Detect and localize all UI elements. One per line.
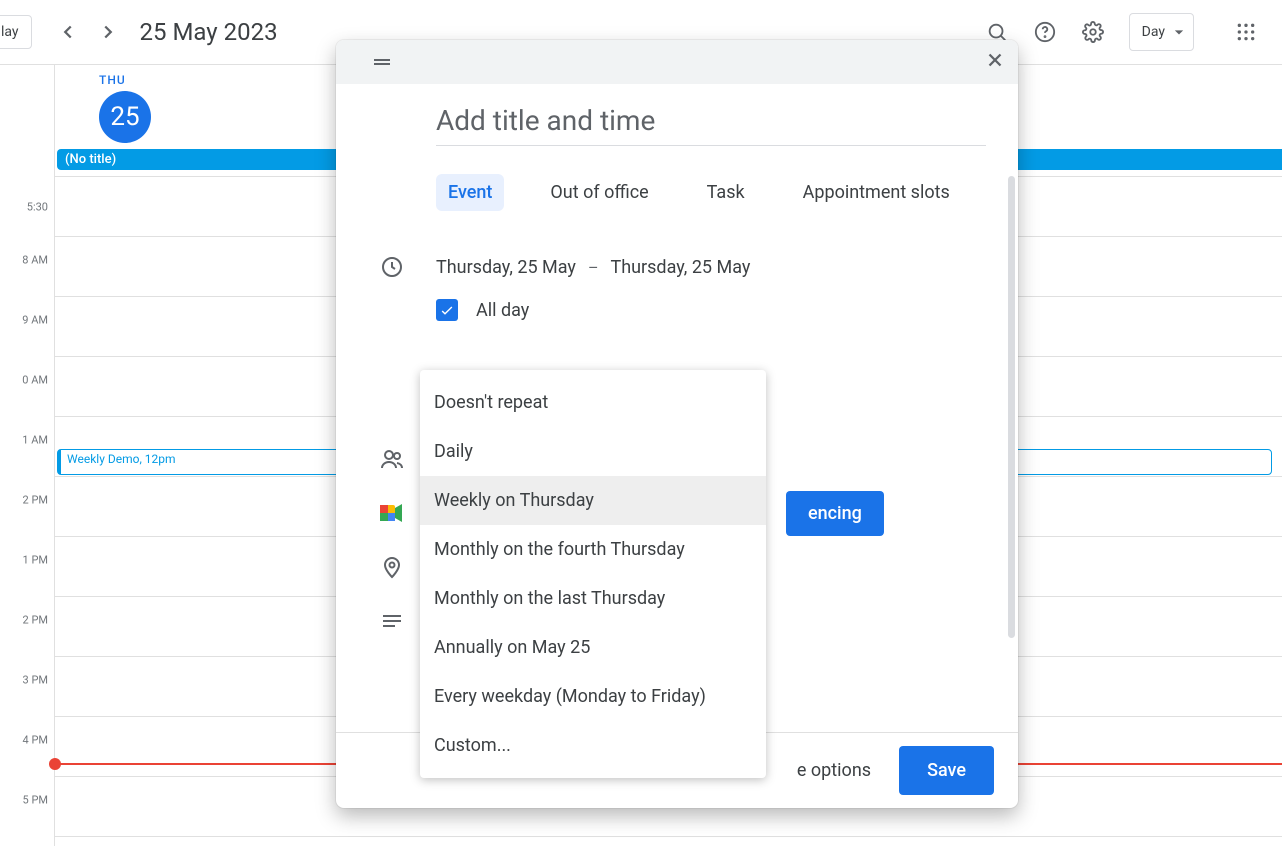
recurrence-option[interactable]: Doesn't repeat: [420, 378, 766, 427]
location-icon: [368, 555, 416, 579]
view-switcher-label: Day: [1142, 24, 1165, 40]
drag-handle-icon: [370, 50, 394, 74]
close-button[interactable]: [984, 49, 1006, 75]
clock-icon: [368, 255, 416, 279]
close-icon: [984, 49, 1006, 71]
meet-icon: [368, 503, 416, 523]
hour-label: 0 AM: [22, 374, 48, 387]
chevron-left-icon: [57, 21, 79, 43]
recurrence-option[interactable]: Every weekday (Monday to Friday): [420, 672, 766, 721]
apps-button[interactable]: [1226, 12, 1266, 52]
event-title: Weekly Demo: [67, 452, 139, 466]
hour-label: 4 PM: [23, 734, 48, 747]
recurrence-option[interactable]: Monthly on the fourth Thursday: [420, 525, 766, 574]
chevron-right-icon: [97, 21, 119, 43]
allday-checkbox[interactable]: [436, 299, 458, 321]
more-options-button[interactable]: e options: [797, 760, 871, 781]
tab-event[interactable]: Event: [436, 174, 504, 211]
settings-button[interactable]: [1073, 12, 1113, 52]
caret-down-icon: [1169, 22, 1189, 42]
event-type-tabs: Event Out of office Task Appointment slo…: [436, 174, 986, 211]
hour-label: 3 PM: [23, 674, 48, 687]
prev-period-button[interactable]: [48, 12, 88, 52]
recurrence-option[interactable]: Annually on May 25: [420, 623, 766, 672]
recurrence-option[interactable]: Weekly on Thursday: [420, 476, 766, 525]
hour-label: 5:30: [27, 201, 48, 214]
day-number[interactable]: 25: [99, 91, 151, 143]
hour-label: 1 AM: [22, 434, 48, 447]
hour-label: 9 AM: [22, 314, 48, 327]
check-icon: [439, 302, 455, 318]
tab-task[interactable]: Task: [695, 174, 757, 211]
today-button[interactable]: lay: [0, 15, 32, 49]
header-date: 25 May 2023: [140, 18, 278, 46]
event-title-input[interactable]: [436, 100, 986, 146]
allday-label: All day: [476, 300, 529, 321]
hour-label: 2 PM: [23, 494, 48, 507]
add-conferencing-button[interactable]: encing: [786, 491, 884, 536]
header-right: Day: [977, 12, 1274, 52]
view-switcher[interactable]: Day: [1129, 13, 1194, 51]
scrollbar[interactable]: [1008, 176, 1015, 638]
event-time: 12pm: [145, 452, 176, 466]
recurrence-dropdown: Doesn't repeat Daily Weekly on Thursday …: [420, 370, 766, 778]
now-indicator-dot: [49, 758, 61, 770]
people-icon: [368, 447, 416, 471]
help-button[interactable]: [1025, 12, 1065, 52]
gear-icon: [1082, 21, 1104, 43]
save-button[interactable]: Save: [899, 746, 994, 795]
hour-label: 1 PM: [23, 554, 48, 567]
modal-header[interactable]: [336, 40, 1018, 84]
allday-row: All day: [436, 299, 986, 321]
end-date[interactable]: Thursday, 25 May: [610, 257, 750, 278]
next-period-button[interactable]: [88, 12, 128, 52]
date-separator: –: [588, 258, 599, 277]
help-icon: [1034, 21, 1056, 43]
start-date[interactable]: Thursday, 25 May: [436, 257, 576, 278]
recurrence-option[interactable]: Monthly on the last Thursday: [420, 574, 766, 623]
recurrence-option[interactable]: Custom...: [420, 721, 766, 770]
description-icon: [368, 609, 416, 633]
recurrence-option[interactable]: Daily: [420, 427, 766, 476]
tab-appointment-slots[interactable]: Appointment slots: [791, 174, 962, 211]
hour-label: 5 PM: [23, 794, 48, 807]
apps-grid-icon: [1236, 22, 1256, 42]
tab-out-of-office[interactable]: Out of office: [538, 174, 660, 211]
datetime-row: Thursday, 25 May – Thursday, 25 May: [368, 255, 986, 279]
hours-column: 5:30 8 AM 9 AM 0 AM 1 AM 2 PM 1 PM 2 PM …: [0, 65, 54, 846]
hour-label: 8 AM: [22, 254, 48, 267]
hour-label: 2 PM: [23, 614, 48, 627]
